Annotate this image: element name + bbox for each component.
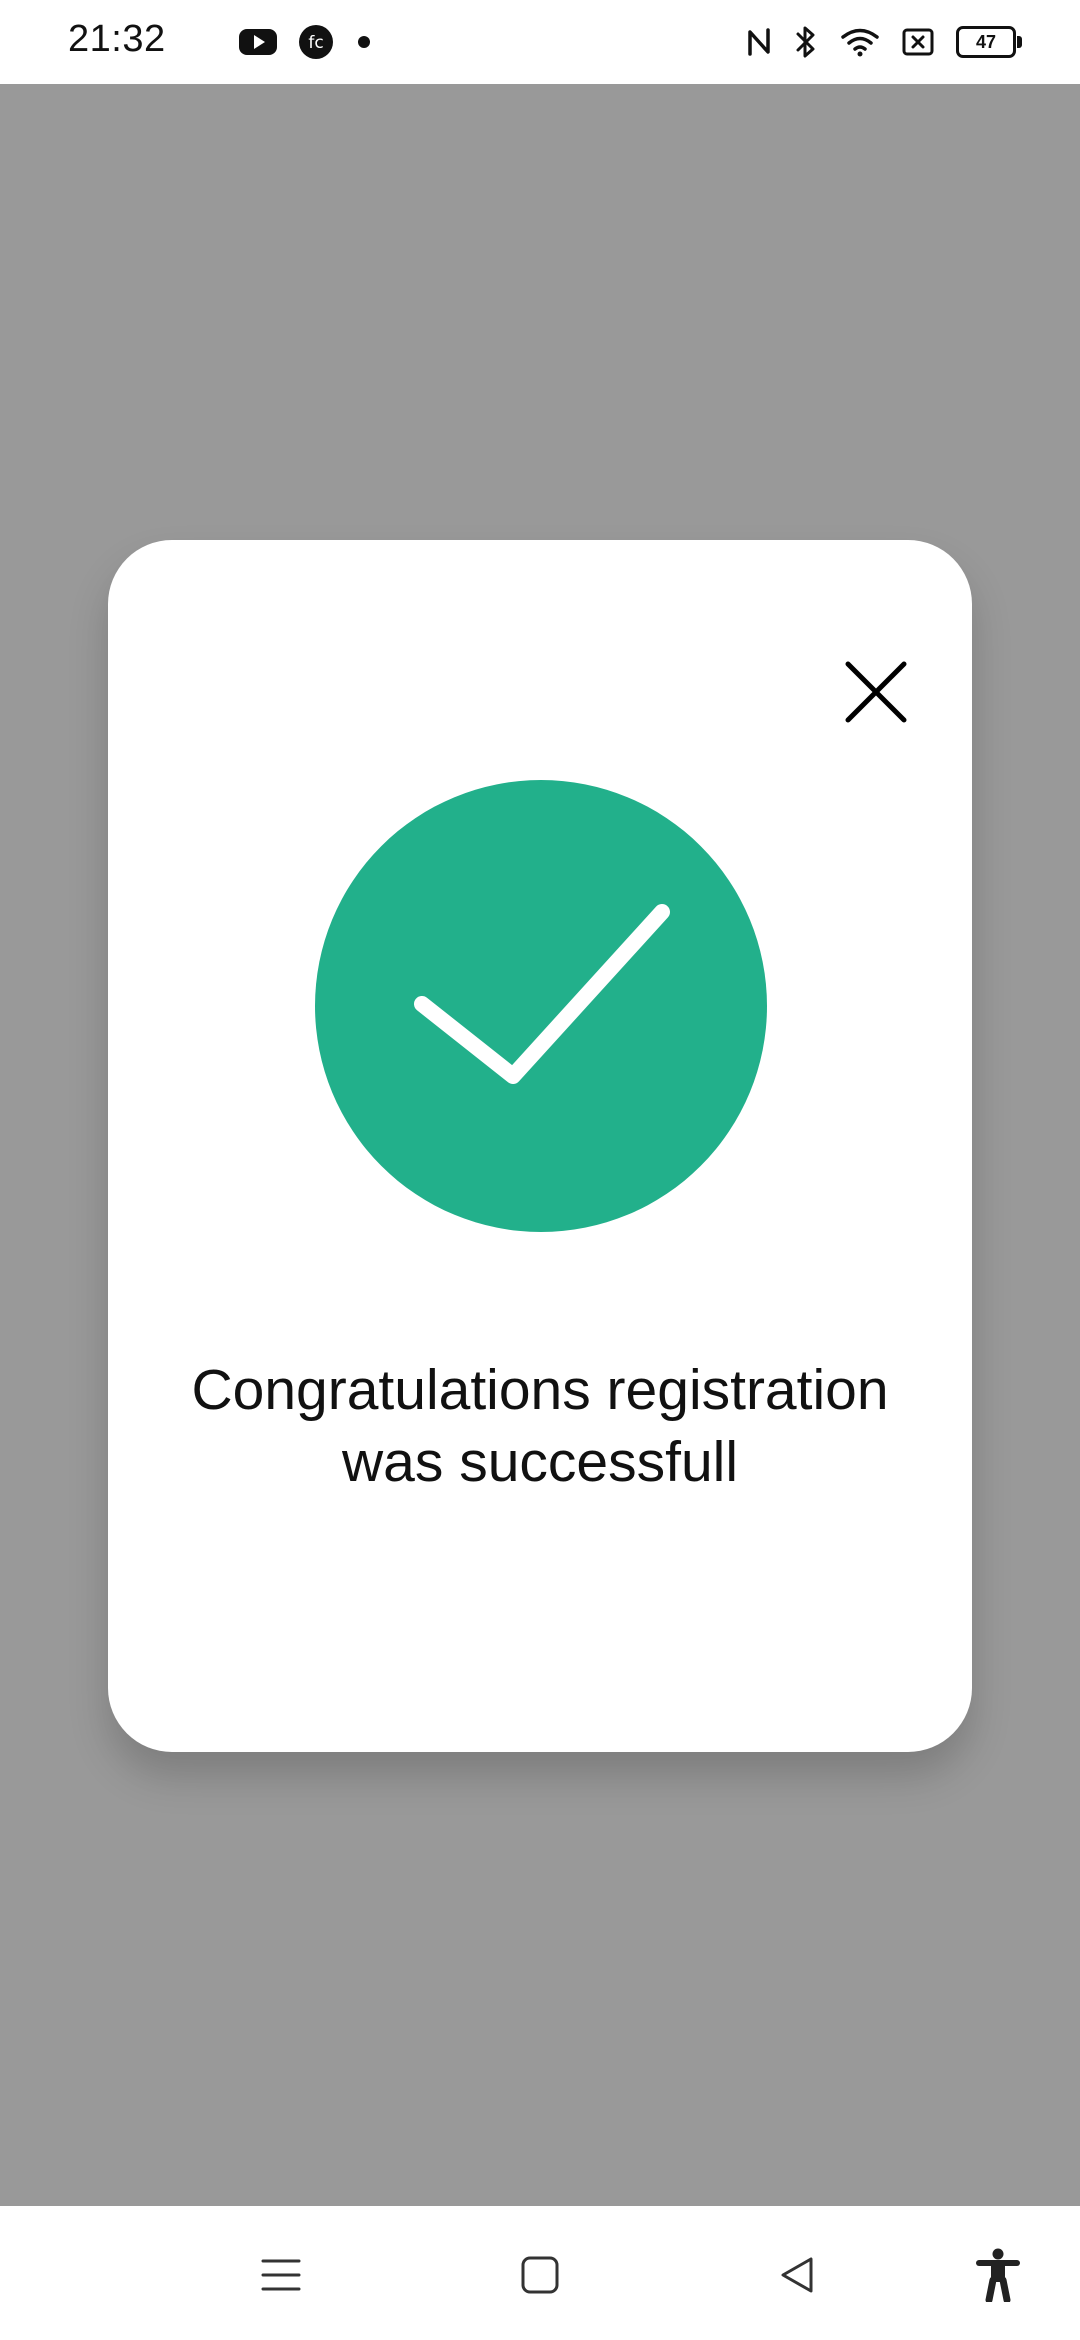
home-button[interactable]: [505, 2240, 575, 2310]
fc-app-icon: fc: [298, 24, 334, 60]
accessibility-icon: [976, 2248, 1020, 2302]
success-badge: [315, 780, 767, 1232]
back-icon: [781, 2257, 813, 2293]
battery-icon: 47: [956, 26, 1022, 58]
svg-text:fc: fc: [308, 33, 323, 53]
menu-icon: [261, 2259, 301, 2291]
success-dialog: Congratulations registration was success…: [108, 540, 972, 1752]
close-icon: [845, 661, 907, 723]
status-time: 21:32: [68, 18, 166, 60]
back-button[interactable]: [762, 2240, 832, 2310]
sim-icon: [902, 28, 934, 56]
notification-dot-icon: [354, 32, 374, 52]
status-bar: 21:32 fc 47: [0, 0, 1080, 84]
status-left-icons: fc: [238, 22, 374, 62]
navigation-bar: [0, 2206, 1080, 2340]
wifi-icon: [840, 26, 880, 58]
check-icon: [414, 904, 670, 1084]
battery-level: 47: [975, 31, 997, 52]
success-message: Congratulations registration was success…: [191, 1358, 889, 1494]
accessibility-button[interactable]: [963, 2240, 1033, 2310]
youtube-icon: [238, 27, 278, 57]
nfc-icon: [746, 26, 772, 58]
close-button[interactable]: [836, 652, 916, 732]
status-right-icons: 47: [746, 22, 1022, 62]
bluetooth-icon: [794, 25, 818, 59]
recents-button[interactable]: [246, 2240, 316, 2310]
home-icon: [521, 2256, 559, 2294]
